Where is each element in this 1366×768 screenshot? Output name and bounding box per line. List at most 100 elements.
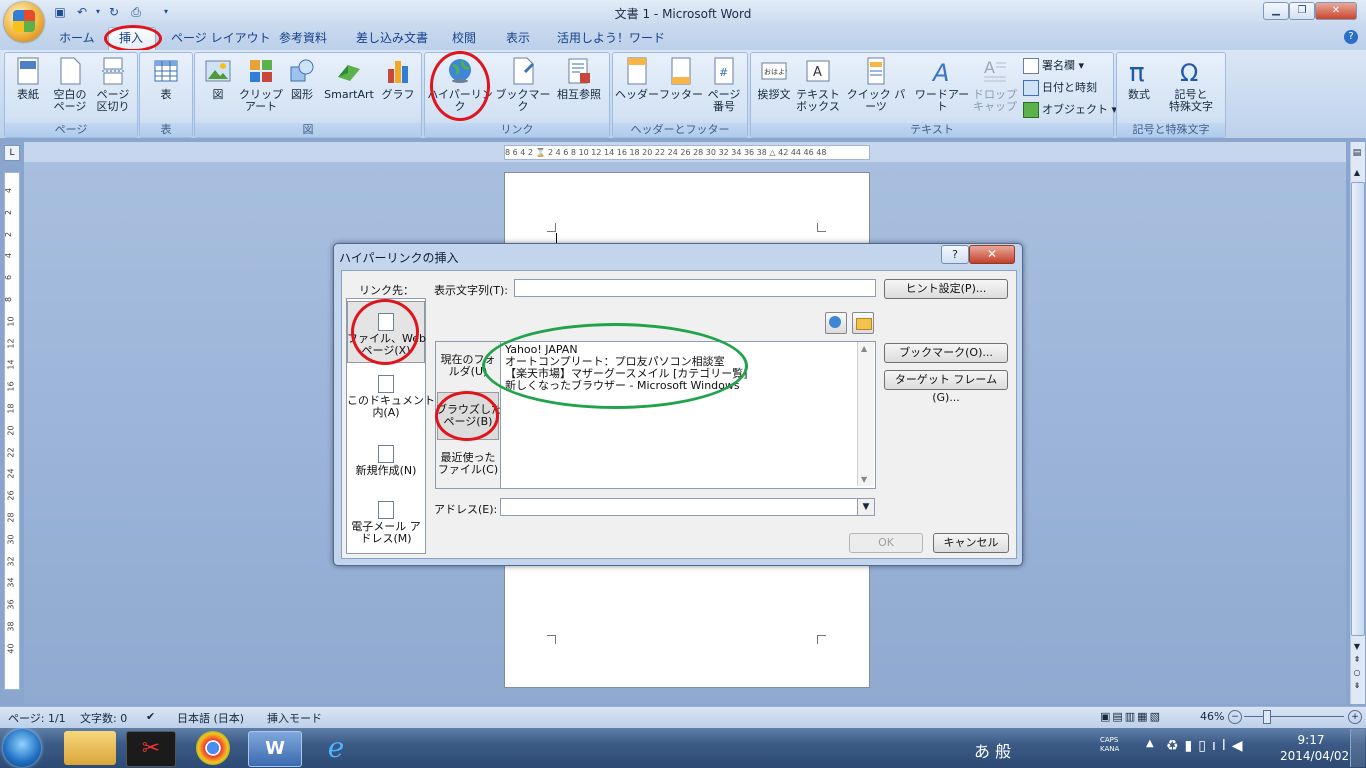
group-symbols: π 数式 Ω 記号と 特殊文字 記号と特殊文字 [1116,52,1226,138]
zoom-in-icon[interactable]: + [1348,710,1362,724]
quick-parts-button[interactable]: クイック パーツ [843,57,909,113]
ime-indicator[interactable]: あ 般 [974,738,1011,762]
equation-button[interactable]: π 数式 [1119,57,1159,101]
browse-controls[interactable]: ▼ ⇞ ○ ⇟ [1351,640,1363,692]
symbol-button[interactable]: Ω 記号と 特殊文字 [1161,57,1221,113]
tab-katsuyou-word[interactable]: 活用しよう！ワード [557,29,665,46]
cross-reference-button[interactable]: 相互参照 [553,57,605,101]
zoom-out-icon[interactable]: − [1228,710,1242,724]
show-hidden-icons[interactable]: ▲ [1146,738,1154,749]
horizontal-ruler[interactable]: 8 6 4 2 ⌛ 2 4 6 8 10 12 14 16 18 20 22 2… [504,145,870,160]
help-icon[interactable]: ? [1344,30,1358,44]
scrollbar-thumb[interactable] [1351,182,1365,636]
dialog-help-button[interactable]: ? [941,245,969,264]
recent-files-item[interactable]: 最近使った ファイル(C) [436,452,500,476]
blank-page-button[interactable]: 空白の ページ [49,57,91,113]
annotation-circle-history-list [482,323,748,409]
smartart-button[interactable]: SmartArt [321,57,377,101]
bookmark-dialog-button[interactable]: ブックマーク(O)... [884,343,1008,363]
signature-line-icon [1023,58,1039,74]
drop-cap-button[interactable]: A ドロップ キャップ [973,57,1017,113]
list-scroll-up-icon[interactable]: ▲ [861,344,867,353]
vertical-ruler-tick: 8 [4,296,14,303]
status-insert-mode[interactable]: 挿入モード [267,710,322,726]
status-word-count[interactable]: 文字数: 0 [80,710,127,726]
word-taskbar-icon[interactable]: W [248,731,302,767]
browse-web-icon[interactable] [825,312,847,334]
tab-references[interactable]: 参考資料 [279,29,327,46]
wordart-button[interactable]: A ワードアート [911,57,973,113]
date-time-button[interactable]: 日付と時刻 [1023,79,1097,96]
cover-page-button[interactable]: 表紙 [9,57,47,101]
proofing-icon[interactable]: ✔ [146,710,155,723]
display-text-input[interactable] [514,279,876,297]
tray-icons[interactable]: ♻▮▯ıl◀ [1166,738,1249,754]
chrome-icon[interactable] [196,731,230,765]
tab-review[interactable]: 校閲 [452,29,476,46]
page-break-button[interactable]: ページ 区切り [93,57,133,113]
target-frame-button[interactable]: ターゲット フレーム(G)... [884,370,1008,404]
list-scroll-down-icon[interactable]: ▼ [861,475,867,484]
tab-selector[interactable]: L [4,145,20,161]
office-button[interactable] [4,2,44,42]
list-scrollbar[interactable]: ▲ ▼ [857,342,874,486]
table-button[interactable]: 表 [146,57,186,101]
explorer-icon[interactable] [64,731,116,765]
tab-page-layout[interactable]: ページ レイアウト [171,29,271,46]
address-input[interactable] [500,498,858,516]
zoom-slider-thumb[interactable] [1263,710,1271,724]
page-number-label: ページ 番号 [707,88,741,113]
show-desktop-button[interactable] [1350,729,1365,767]
svg-text:#: # [719,66,728,79]
scroll-up-icon[interactable]: ▲ [1351,168,1363,180]
bookmark-button[interactable]: ブックマーク [495,57,551,113]
close-window-button[interactable]: ✕ [1315,2,1357,20]
tab-home[interactable]: ホーム [59,29,95,46]
drop-cap-icon: A [984,58,1006,82]
bookmark-label: ブックマーク [495,88,551,113]
chart-button[interactable]: グラフ [379,57,417,101]
address-dropdown-icon[interactable]: ▼ [857,498,875,516]
internet-explorer-icon[interactable]: ℯ [310,731,362,765]
ok-button[interactable]: OK [849,533,923,553]
this-document-icon [378,375,394,393]
link-to-this-document[interactable]: このドキュメント 内(A) [347,375,435,419]
hint-button[interactable]: ヒント設定(P)... [884,279,1008,299]
text-box-button[interactable]: A テキスト ボックス [795,57,841,113]
shapes-button[interactable]: 図形 [285,57,319,101]
minimize-button[interactable]: ▁ [1263,2,1289,20]
header-button[interactable]: ヘッダー [615,57,659,101]
view-buttons-icon[interactable]: ▣▤▥▦▧ [1100,710,1162,723]
footer-button[interactable]: フッター [659,57,703,101]
picture-button[interactable]: 図 [199,57,237,101]
browse-file-icon[interactable] [852,312,874,334]
greeting-button[interactable]: おはよう 挨拶文 [753,57,795,101]
status-page[interactable]: ページ: 1/1 [8,710,66,726]
tab-mailings[interactable]: 差し込み文書 [356,29,428,46]
vertical-ruler-tick: 40 [6,643,16,654]
status-zoom[interactable]: 46% [1200,710,1224,723]
group-illustrations-label: 図 [195,123,421,137]
svg-text:A: A [984,58,995,77]
page-number-button[interactable]: # ページ 番号 [703,57,745,113]
bookmark-icon [513,57,534,85]
zoom-slider[interactable] [1244,716,1344,717]
status-language[interactable]: 日本語 (日本) [177,710,244,726]
dialog-close-button[interactable]: ✕ [969,245,1015,264]
link-to-new-document[interactable]: 新規作成(N) [347,445,425,477]
clock[interactable]: 9:17 2014/04/02 [1280,732,1349,764]
start-button-icon[interactable] [3,729,41,767]
signature-line-label: 署名欄 [1042,59,1075,72]
vertical-ruler-tick: 38 [6,621,16,632]
group-page: 表紙 空白の ページ ページ 区切り ページ [4,52,138,138]
restore-button[interactable]: ❐ [1289,2,1315,20]
app-icon[interactable]: ✂ [126,731,176,767]
object-button[interactable]: オブジェクト ▾ [1023,101,1117,118]
ruler-toggle-icon[interactable]: ▤ [1351,148,1363,160]
cancel-button[interactable]: キャンセル [933,533,1009,553]
tab-view[interactable]: 表示 [506,29,530,46]
vertical-ruler-tick: 16 [6,381,16,392]
clip-art-button[interactable]: クリップ アート [239,57,283,113]
signature-line-button[interactable]: 署名欄 ▾ [1023,57,1084,74]
link-to-email[interactable]: 電子メール ア ドレス(M) [347,501,425,545]
